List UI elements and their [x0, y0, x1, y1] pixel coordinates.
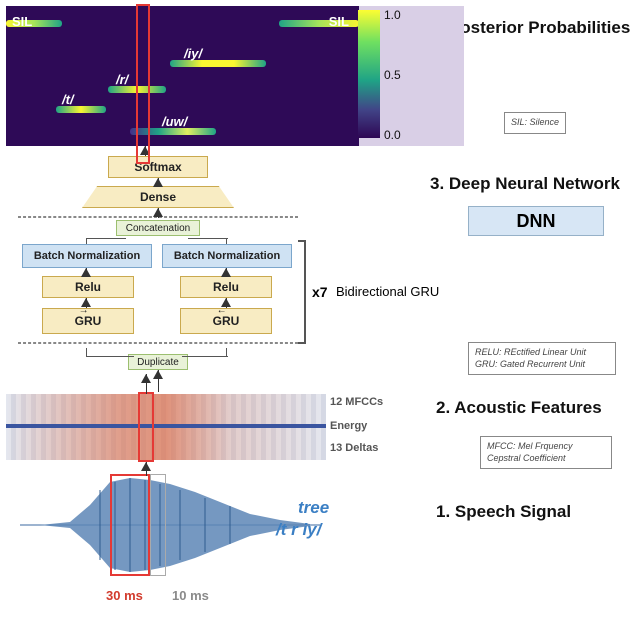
block-gru-fwd: → GRU — [42, 308, 134, 334]
figure-root: 4. Posterior Probabilities 3. Deep Neura… — [0, 0, 640, 620]
legend-mfcc: MFCC: Mel Frquency Cepstral Coefficient — [480, 436, 612, 469]
phon-label: /t r iy/ — [276, 520, 321, 540]
bidir-x7: x7 — [312, 284, 328, 300]
dnn-badge: DNN — [468, 206, 604, 236]
posterior-band-t — [56, 106, 106, 113]
posterior-heatmap: SIL SIL /t/ /r/ /iy/ /uw/ — [6, 6, 359, 146]
block-relu-right: Relu — [180, 276, 272, 298]
block-bn-left: Batch Normalization — [22, 244, 152, 268]
colorbar — [358, 10, 380, 138]
block-duplicate: Duplicate — [128, 354, 188, 370]
waveform-svg — [20, 470, 320, 580]
feature-highlight — [138, 392, 154, 462]
bidir-label: Bidirectional GRU — [336, 284, 439, 299]
posterior-highlight-column — [136, 4, 150, 164]
gru-fwd-label: GRU — [75, 314, 102, 328]
block-dense: Dense — [82, 186, 234, 208]
posterior-label-sil-right: SIL — [329, 14, 349, 29]
posterior-label-uw: /uw/ — [162, 114, 187, 129]
feature-energy-row — [6, 424, 326, 428]
label-30ms: 30 ms — [106, 588, 143, 603]
section-title-3: 3. Deep Neural Network — [430, 174, 620, 194]
label-10ms: 10 ms — [172, 588, 209, 603]
window-10ms — [150, 474, 166, 576]
block-gru-bwd: ← GRU — [180, 308, 272, 334]
colorbar-tick-0: 0.0 — [384, 128, 401, 142]
dnn-stack: Softmax Dense Concatenation Batch Normal… — [12, 156, 322, 396]
waveform — [20, 470, 320, 580]
section-title-2: 2. Acoustic Features — [436, 398, 602, 418]
bidir-bottom-dotted — [18, 342, 298, 344]
colorbar-tick-1: 1.0 — [384, 8, 401, 22]
gru-bwd-label: GRU — [213, 314, 240, 328]
section-title-1: 1. Speech Signal — [436, 502, 571, 522]
posterior-band-iy — [170, 60, 266, 67]
block-concat: Concatenation — [116, 220, 200, 236]
legend-dnn: RELU: REctified Linear Unit GRU: Gated R… — [468, 342, 616, 375]
window-30ms — [110, 474, 150, 576]
label-deltas: 13 Deltas — [330, 442, 378, 454]
posterior-label-t: /t/ — [62, 92, 74, 107]
label-mfcc: 12 MFCCs — [330, 396, 383, 408]
legend-sil: SIL: Silence — [504, 112, 566, 134]
block-relu-left: Relu — [42, 276, 134, 298]
block-softmax: Softmax — [108, 156, 208, 178]
posterior-label-sil-left: SIL — [12, 14, 32, 29]
block-bn-right: Batch Normalization — [162, 244, 292, 268]
word-label: tree — [298, 498, 329, 518]
bidir-bracket — [298, 240, 306, 344]
posterior-label-iy: /iy/ — [184, 46, 202, 61]
colorbar-tick-05: 0.5 — [384, 68, 401, 82]
label-energy: Energy — [330, 420, 367, 432]
posterior-label-r: /r/ — [116, 72, 128, 87]
